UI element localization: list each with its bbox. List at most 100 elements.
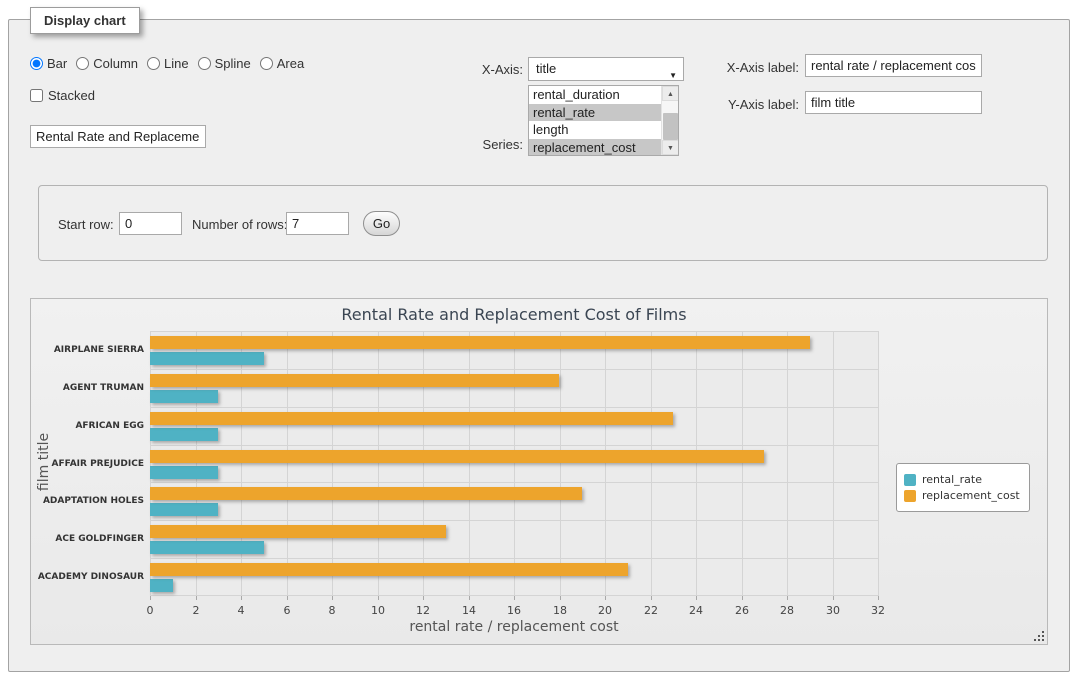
stacked-checkbox[interactable] [30,89,43,102]
go-button[interactable]: Go [363,211,400,236]
legend-item-rental_rate[interactable]: rental_rate [904,473,1020,486]
bar-replacement_cost[interactable] [150,374,559,387]
legend-swatch [904,474,916,486]
axis-tick [560,596,561,600]
gridline [332,331,333,596]
chart-type-radio-spline[interactable] [198,57,211,70]
category-label: AFRICAN EGG [31,421,144,431]
gridline [605,331,606,596]
y-axis-label-input[interactable] [805,91,982,114]
series-options: rental_durationrental_ratelengthreplacem… [529,86,661,156]
series-option-rental_duration[interactable]: rental_duration [529,86,661,104]
x-tick-label: 2 [181,604,211,617]
axis-tick [332,596,333,600]
category-label: AGENT TRUMAN [31,383,144,393]
axis-tick [833,596,834,600]
chart-type-line[interactable]: Line [147,56,189,71]
axis-tick [651,596,652,600]
axis-tick [196,596,197,600]
axis-tick [287,596,288,600]
bar-rental_rate[interactable] [150,541,264,554]
y-axis-label-field-label: Y-Axis label: [699,97,799,112]
category-separator [150,331,878,332]
gridline [787,331,788,596]
gridline [423,331,424,596]
category-label: ACADEMY DINOSAUR [31,572,144,582]
category-separator [150,482,878,483]
series-option-rental_rate[interactable]: rental_rate [529,104,661,122]
chart-type-spline[interactable]: Spline [198,56,251,71]
x-tick-label: 14 [454,604,484,617]
chart-type-radio-bar[interactable] [30,57,43,70]
series-listbox[interactable]: rental_durationrental_ratelengthreplacem… [528,85,679,156]
category-label: ADAPTATION HOLES [31,496,144,506]
scroll-down-icon[interactable]: ▼ [662,140,679,155]
scroll-up-icon[interactable]: ▲ [662,86,679,101]
gridline [878,331,879,596]
x-axis-title: rental rate / replacement cost [150,619,878,635]
category-separator [150,520,878,521]
series-scrollbar[interactable]: ▲ ▼ [661,86,678,155]
chart-title: Rental Rate and Replacement Cost of Film… [150,305,878,324]
bar-rental_rate[interactable] [150,352,264,365]
bar-rental_rate[interactable] [150,579,173,592]
gridline [241,331,242,596]
axis-tick [378,596,379,600]
chart-type-label: Line [164,56,189,71]
chart-title-input[interactable] [30,125,206,148]
chart-type-radio-area[interactable] [260,57,273,70]
plot-area [150,331,878,596]
bar-replacement_cost[interactable] [150,336,810,349]
x-tick-label: 4 [226,604,256,617]
x-axis-label-input[interactable] [805,54,982,77]
gridline [742,331,743,596]
chart-type-area[interactable]: Area [260,56,304,71]
x-tick-label: 20 [590,604,620,617]
bar-replacement_cost[interactable] [150,563,628,576]
axis-tick [469,596,470,600]
chart-type-column[interactable]: Column [76,56,138,71]
chart-type-label: Area [277,56,304,71]
x-tick-label: 30 [818,604,848,617]
gridline [833,331,834,596]
x-tick-label: 8 [317,604,347,617]
panel-title: Display chart [30,7,140,34]
stacked-checkbox-row[interactable]: Stacked [30,88,95,103]
num-rows-input[interactable] [286,212,349,235]
x-tick-label: 32 [863,604,893,617]
chart-type-label: Bar [47,56,67,71]
axis-tick [605,596,606,600]
chart-type-radio-column[interactable] [76,57,89,70]
axis-tick [423,596,424,600]
x-tick-label: 24 [681,604,711,617]
x-tick-label: 10 [363,604,393,617]
category-label: AIRPLANE SIERRA [31,345,144,355]
gridline [651,331,652,596]
bar-rental_rate[interactable] [150,503,218,516]
gridline [696,331,697,596]
series-option-length[interactable]: length [529,121,661,139]
bar-replacement_cost[interactable] [150,412,673,425]
x-tick-label: 0 [135,604,165,617]
gridline [196,331,197,596]
scrollbar-thumb[interactable] [663,113,678,140]
x-axis-select[interactable]: title ▼ [528,57,684,81]
axis-tick [696,596,697,600]
start-row-label: Start row: [58,217,114,232]
bar-replacement_cost[interactable] [150,450,764,463]
bar-rental_rate[interactable] [150,466,218,479]
legend-item-replacement_cost[interactable]: replacement_cost [904,489,1020,502]
x-axis-select-label: X-Axis: [443,62,523,77]
category-separator [150,558,878,559]
series-option-replacement_cost[interactable]: replacement_cost [529,139,661,157]
category-separator [150,445,878,446]
bar-replacement_cost[interactable] [150,487,582,500]
row-controls-fieldset [38,185,1048,261]
resize-handle-icon[interactable] [1034,631,1045,642]
bar-rental_rate[interactable] [150,428,218,441]
start-row-input[interactable] [119,212,182,235]
chart-type-radio-line[interactable] [147,57,160,70]
bar-rental_rate[interactable] [150,390,218,403]
bar-replacement_cost[interactable] [150,525,446,538]
chart-type-bar[interactable]: Bar [30,56,67,71]
